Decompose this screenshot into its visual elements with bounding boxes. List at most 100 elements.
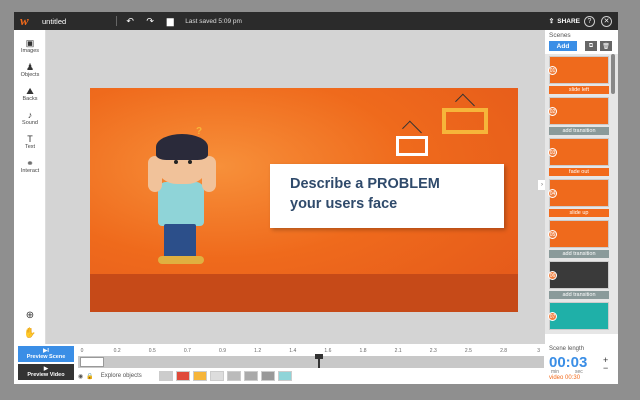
zoom-icon[interactable]: ⊕ [14, 306, 46, 324]
scenes-title: Scenes [549, 32, 571, 39]
ruler-tick-label: 2.1 [394, 348, 402, 354]
timeline-track[interactable] [78, 354, 544, 368]
objects-icon: ♟ [25, 62, 35, 72]
minus-icon[interactable]: − [603, 364, 608, 373]
preview-scene-button[interactable]: ▶I Preview Scene [18, 346, 74, 362]
ruler-tick-label: 1.4 [289, 348, 297, 354]
picture-frame-yellow[interactable] [442, 108, 488, 134]
explore-objects-label[interactable]: Explore objects [101, 373, 142, 379]
object-thumbnail[interactable] [209, 371, 224, 381]
add-scene-button[interactable]: Add [549, 41, 577, 51]
tool-images[interactable]: ▣ Images [14, 34, 46, 58]
preview-scene-label: Preview Scene [26, 354, 66, 360]
tool-label: Backs [22, 96, 38, 102]
ruler-tick-label: 0 [80, 348, 84, 354]
scenes-panel: Scenes Add ⧉ 🗑 01 slide left 02 add transit… [545, 30, 618, 384]
object-thumbnail[interactable] [175, 371, 190, 381]
preview-video-button[interactable]: ▶ Preview Video [18, 364, 74, 380]
scene-number-badge: 05 [548, 230, 557, 239]
scene-thumbnail[interactable]: 04 [548, 179, 609, 207]
toolbar-divider [116, 16, 118, 26]
headline-textbox[interactable]: Describe a PROBLEM your users face [270, 164, 504, 228]
tool-text[interactable]: T Text [14, 130, 46, 154]
object-thumbnail[interactable] [226, 371, 241, 381]
scene-length-stepper[interactable]: + − [603, 356, 608, 373]
delete-icon[interactable]: 🗑 [600, 41, 612, 51]
scene-transition[interactable]: slide up [549, 209, 609, 217]
object-thumbnail[interactable] [277, 371, 292, 381]
scene-number-badge: 07 [548, 312, 557, 321]
scene-number-badge: 03 [548, 148, 557, 157]
images-icon: ▣ [25, 38, 35, 48]
scene-transition[interactable]: slide left [549, 86, 609, 94]
scene-thumbnail[interactable]: 05 [548, 220, 609, 248]
slide-canvas[interactable]: ? Describe a PROBLEM your users face [90, 88, 518, 312]
ruler-tick-label: 1.2 [254, 348, 262, 354]
object-thumbnail[interactable] [260, 371, 275, 381]
ruler-tick-label: 0.5 [148, 348, 156, 354]
scene-number-badge: 01 [548, 66, 557, 75]
playhead[interactable] [315, 354, 323, 368]
object-duration-bar[interactable] [80, 357, 104, 367]
tool-label: Objects [20, 72, 40, 78]
picture-frame-white[interactable] [396, 136, 428, 156]
tool-label: Images [20, 48, 40, 54]
object-thumbnail[interactable] [158, 371, 173, 381]
undo-icon[interactable]: ↶ [123, 14, 137, 28]
hand-icon[interactable]: ✋ [14, 324, 46, 342]
ruler-tick-label: 2.3 [429, 348, 437, 354]
share-button[interactable]: ⇪ SHARE [548, 17, 580, 26]
help-icon[interactable]: ? [584, 15, 595, 27]
tool-objects[interactable]: ♟ Objects [14, 58, 46, 82]
character-feet [158, 256, 204, 264]
share-label: SHARE [557, 17, 580, 25]
scene-thumbnail[interactable]: 07 [548, 302, 609, 330]
lock-icon[interactable]: 🔒 [86, 373, 93, 380]
ruler-tick-label: 1.8 [359, 348, 367, 354]
tool-label: Sound [22, 120, 38, 126]
last-saved-text: Last saved 5:09 pm [185, 17, 242, 25]
tool-sidebar: ▣ Images ♟ Objects ⛰ Backs ♪ Sound T Tex… [14, 30, 46, 344]
tool-interact[interactable]: ⚭ Interact [14, 154, 46, 178]
sound-icon: ♪ [27, 110, 33, 120]
scene-transition[interactable]: add transition [549, 291, 609, 299]
tool-sound[interactable]: ♪ Sound [14, 106, 46, 130]
character-eye [174, 160, 178, 164]
wideo-logo[interactable]: w [20, 13, 36, 29]
preview-video-label: Preview Video [27, 372, 65, 378]
top-bar: w untitled ↶ ↷ ▆ Last saved 5:09 pm ⇪ SH… [14, 12, 618, 30]
scene-list-scrollbar[interactable] [611, 54, 615, 94]
save-icon[interactable]: ▆ [163, 14, 177, 28]
scene-thumbnail[interactable]: 01 [548, 56, 609, 84]
copy-icon[interactable]: ⧉ [585, 41, 597, 51]
character-hair [156, 134, 208, 160]
scene-length-label: Scene length [549, 346, 585, 352]
tool-backs[interactable]: ⛰ Backs [14, 82, 46, 106]
backgrounds-icon: ⛰ [26, 86, 34, 96]
ruler-tick-label: 1.6 [324, 348, 332, 354]
scene-number-badge: 02 [548, 107, 557, 116]
ruler-tick-label: 0.2 [113, 348, 121, 354]
scene-thumbnail[interactable]: 03 [548, 138, 609, 166]
redo-icon[interactable]: ↷ [143, 14, 157, 28]
scene-number-badge: 06 [548, 271, 557, 280]
scene-transition[interactable]: add transition [549, 250, 609, 258]
scene-transition[interactable]: add transition [549, 127, 609, 135]
object-thumbnail[interactable] [192, 371, 207, 381]
ruler-tick-label: 0.7 [183, 348, 191, 354]
close-icon[interactable]: ✕ [601, 15, 612, 27]
video-length: video 00:30 [549, 375, 581, 381]
scene-number-badge: 04 [548, 189, 557, 198]
time-ruler: 0 0.2 0.5 0.7 0.9 1.2 1.4 1.6 1.8 2.1 2.3 2.5 2.8 3 [78, 346, 544, 356]
scene-transition[interactable]: fade out [549, 168, 609, 176]
ruler-tick-label: 0.9 [219, 348, 226, 354]
eye-icon[interactable]: ◉ [78, 373, 83, 380]
scene-thumbnail[interactable]: 02 [548, 97, 609, 125]
slide-floor [90, 274, 518, 312]
share-icon: ⇪ [548, 18, 555, 25]
object-thumbnail[interactable] [243, 371, 258, 381]
character-illustration[interactable]: ? [144, 126, 224, 266]
document-title[interactable]: untitled [42, 17, 66, 26]
scene-thumbnail[interactable]: 06 [548, 261, 609, 289]
scene-list: 01 slide left 02 add transition 03 fade out 04… [545, 54, 618, 334]
